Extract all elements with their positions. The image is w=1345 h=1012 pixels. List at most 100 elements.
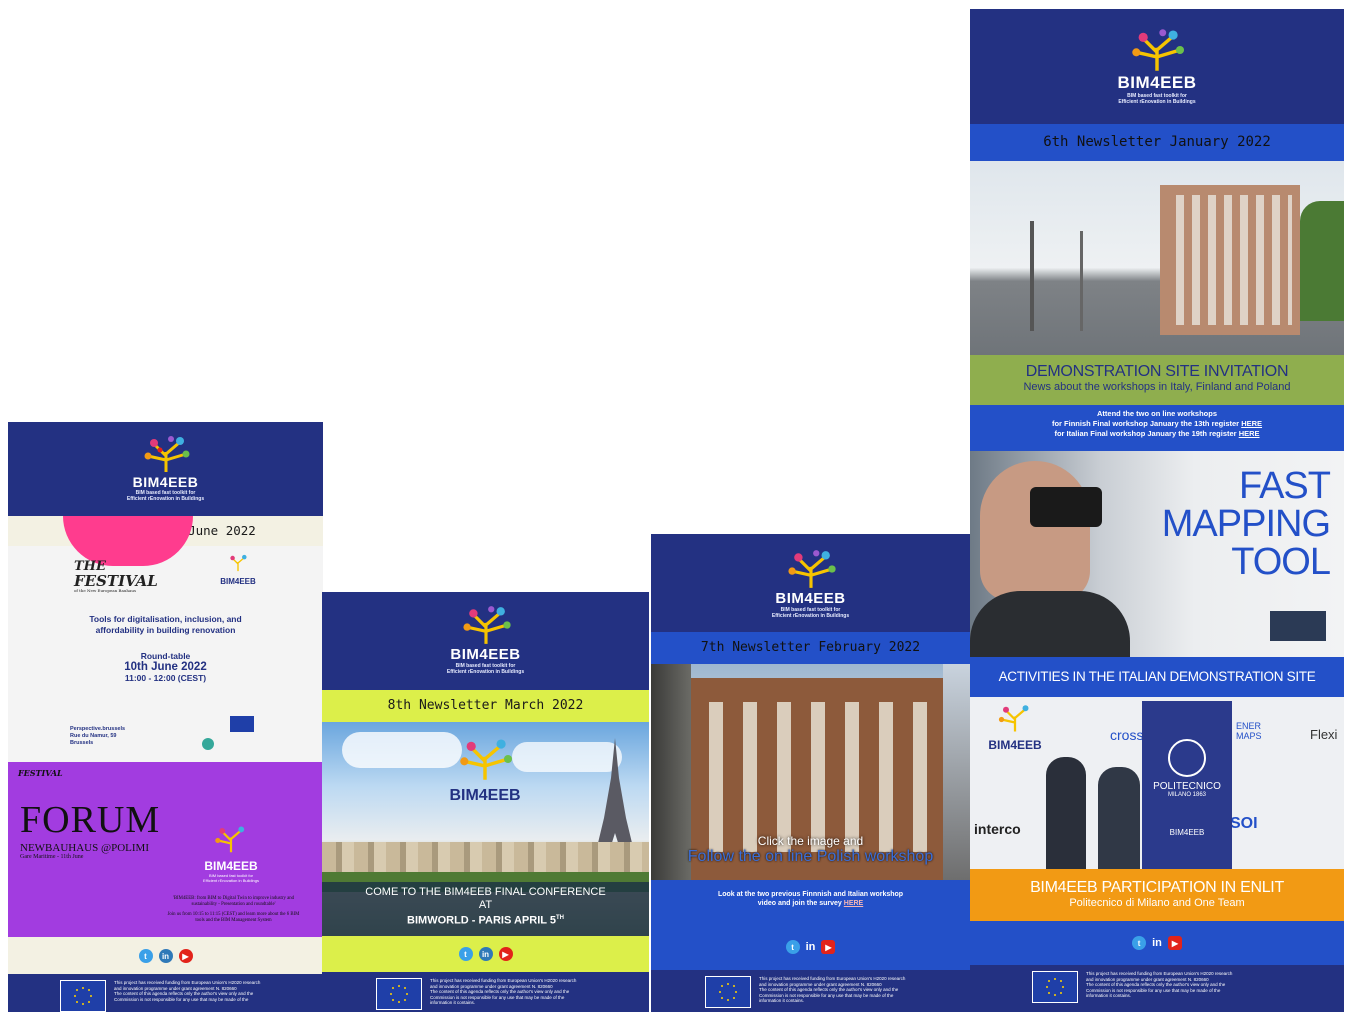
fast-mapping-tool-image[interactable]: FAST MAPPING TOOL — [970, 451, 1344, 657]
booth-interco: interco — [974, 821, 1021, 837]
mini-logo: BIM4EEB — [214, 554, 262, 586]
twitter-icon[interactable]: t — [785, 940, 800, 954]
conference-banner[interactable]: COME TO THE BIM4EEB FINAL CONFERENCE AT … — [322, 882, 649, 936]
tree-logo-icon — [998, 705, 1029, 732]
forum-poster[interactable]: FESTIVAL FORUM NEWBAUHAUS @POLIMI Gare M… — [8, 762, 323, 937]
street-trees — [1300, 201, 1344, 321]
video-cta[interactable]: Click the image and Follow the on line P… — [651, 834, 970, 866]
enlit-banner: BIM4EEB PARTICIPATION IN ENLIT Politecni… — [970, 869, 1344, 921]
logo-name: BIM4EEB — [132, 474, 199, 490]
neb-logo-icon — [202, 738, 214, 750]
survey-link[interactable]: HERE — [844, 900, 863, 907]
venue-address: Perspective.brussels Rue du Namur, 59 Brus… — [70, 726, 126, 746]
polish-building-image[interactable]: Click the image and Follow the on line P… — [651, 664, 970, 880]
eu-flag-icon — [1032, 971, 1078, 1003]
eu-flag-icon — [60, 980, 106, 1012]
twitter-icon[interactable]: t — [138, 949, 153, 963]
booth-soi: SOI — [1230, 815, 1258, 832]
bim4eeb-logo: BIM4EEB BIM based fast toolkit for Effici… — [751, 548, 871, 619]
bim4eeb-logo: BIM4EEB BIM based fast toolkit for Effici… — [426, 604, 546, 675]
forum-festival-mark: FESTIVAL — [18, 768, 63, 778]
enlit-booth-image[interactable]: BIM4EEB cross Flexi interco ENER MAPS SO… — [970, 697, 1344, 869]
youtube-icon[interactable]: ▶ — [821, 940, 836, 954]
activities-banner: ACTIVITIES IN THE ITALIAN DEMONSTRATION … — [970, 657, 1344, 697]
forum-logo: BIM4EEB BIM based fast toolkit for Effici… — [196, 824, 266, 883]
social-links: t in ▶ — [651, 940, 970, 954]
youtube-icon[interactable]: ▶ — [178, 949, 193, 963]
logo-tagline: BIM based fast toolkit for Efficient rEno… — [1118, 93, 1196, 105]
forum-title: FORUM — [20, 799, 161, 841]
booth-flexi: Flexi — [1310, 727, 1338, 742]
paris-skyline-image[interactable]: BIM4EEB COME TO THE BIM4EEB FINAL CONFER… — [322, 722, 649, 936]
fmt-heading: FAST MAPPING TOOL — [1161, 465, 1331, 583]
newsletter-footer: This project has received funding from E… — [8, 974, 323, 1012]
newsletter-header: BIM4EEB BIM based fast toolkit for Effici… — [970, 9, 1344, 124]
footer-text: This project has received funding from E… — [759, 976, 906, 1003]
demo-site-street-image[interactable] — [970, 161, 1344, 355]
logo-tagline: BIM based fast toolkit for Efficient rEno… — [771, 607, 850, 619]
tools-heading: Tools for digitalisation, inclusion, and… — [89, 614, 242, 635]
footer-text: This project has received funding from E… — [1086, 971, 1233, 998]
newsletter-march-2022[interactable]: BIM4EEB BIM based fast toolkit for Effici… — [322, 592, 649, 1012]
survey-text: Look at the two previous Finnnish and It… — [651, 880, 970, 970]
newsletter-title: 7th Newsletter February 2022 — [651, 632, 970, 664]
eu-flag-icon — [705, 976, 751, 1008]
logo-tagline: BIM based fast toolkit for Efficient rEno… — [126, 490, 205, 502]
demo-invitation-banner: DEMONSTRATION SITE INVITATION News about… — [970, 355, 1344, 405]
linkedin-icon[interactable]: in — [806, 941, 816, 952]
festival-mark: THE FESTIVAL of the New European Bauhaus — [74, 559, 158, 594]
eu-flag-icon — [376, 978, 422, 1010]
tree-logo-icon — [230, 554, 247, 572]
social-links: t in ▶ — [970, 921, 1344, 965]
eu-flag-icon — [230, 716, 254, 732]
tree-logo-icon — [460, 739, 513, 780]
bim4eeb-logo: BIM4EEB BIM based fast toolkit for Effici… — [106, 434, 226, 502]
roundtable-info: Round-table 10th June 2022 11:00 - 12:00… — [124, 651, 207, 683]
newsletter-february-2022[interactable]: BIM4EEB BIM based fast toolkit for Effici… — [651, 534, 970, 1012]
linkedin-icon[interactable]: in — [1152, 937, 1162, 949]
social-links: t in ▶ — [8, 937, 323, 975]
newsletter-title: 6th Newsletter January 2022 — [970, 124, 1344, 161]
person-left — [1046, 757, 1086, 869]
politecnico-banner: POLITECNICO MILANO 1863 BIM4EEB — [1142, 701, 1232, 869]
newsletter-header: BIM4EEB BIM based fast toolkit for Effici… — [651, 534, 970, 632]
twitter-icon[interactable]: t — [1132, 936, 1147, 950]
linkedin-icon[interactable]: in — [158, 949, 173, 963]
person-right — [1098, 767, 1140, 869]
building-windows — [699, 702, 935, 852]
tree-logo-icon — [462, 606, 511, 644]
vr-headset — [1030, 487, 1102, 527]
linkedin-icon[interactable]: in — [478, 947, 493, 961]
forum-place: Gare Maritime - 11th June — [20, 854, 84, 860]
festival-poster[interactable]: THE FESTIVAL of the New European Bauhaus… — [8, 516, 323, 762]
tree-logo-icon — [215, 826, 245, 853]
booth-logo: BIM4EEB — [980, 703, 1050, 752]
forum-details: 'BIM4EEB: from BIM to Digital Twin to im… — [167, 896, 300, 923]
street-poles — [1030, 221, 1034, 331]
workshop-registration: Attend the two on line workshops for Fin… — [970, 405, 1344, 451]
newsletter-footer: This project has received funding from E… — [970, 965, 1344, 1012]
footer-text: This project has received funding from E… — [114, 980, 261, 1002]
person-head — [980, 461, 1090, 601]
footer-text: This project has received funding from E… — [430, 978, 577, 1005]
booth-cross: cross — [1110, 727, 1144, 743]
person-body — [970, 591, 1130, 657]
laptop — [1270, 611, 1326, 641]
forum-subtitle: NEWBAUHAUS @POLIMI — [20, 842, 149, 854]
finnish-register-link[interactable]: HERE — [1241, 419, 1262, 428]
newsletter-header: BIM4EEB BIM based fast toolkit for Effici… — [322, 592, 649, 690]
center-logo: BIM4EEB — [440, 736, 530, 805]
tree-logo-icon — [787, 550, 836, 588]
newsletter-june-2022[interactable]: BIM4EEB BIM based fast toolkit for Effici… — [8, 422, 323, 1012]
newsletter-january-2022[interactable]: BIM4EEB BIM based fast toolkit for Effici… — [970, 9, 1344, 1012]
politecnico-seal-icon — [1168, 739, 1206, 777]
street-building — [1160, 185, 1300, 335]
logo-name: BIM4EEB — [1117, 73, 1197, 92]
twitter-icon[interactable]: t — [458, 947, 473, 961]
youtube-icon[interactable]: ▶ — [498, 947, 513, 961]
tree-logo-icon — [144, 436, 189, 472]
youtube-icon[interactable]: ▶ — [1167, 936, 1182, 950]
italian-register-link[interactable]: HERE — [1239, 429, 1260, 438]
booth-enermaps: ENER MAPS — [1236, 721, 1262, 741]
logo-name: BIM4EEB — [450, 646, 521, 663]
